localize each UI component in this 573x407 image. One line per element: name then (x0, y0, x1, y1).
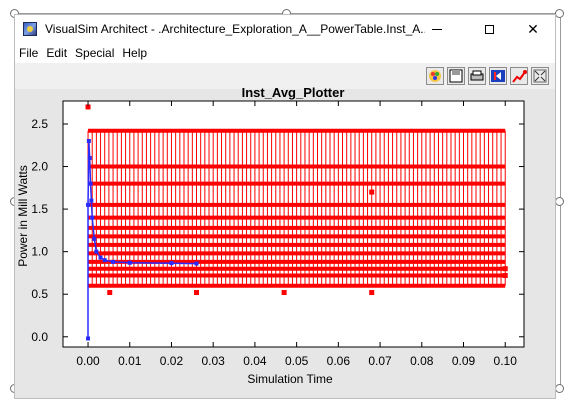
data-point (281, 290, 287, 296)
data-point (90, 215, 95, 220)
data-point (369, 290, 375, 296)
data-point (194, 261, 199, 266)
x-tick-label: 0.03 (202, 354, 226, 368)
x-tick-label: 0.10 (494, 354, 518, 368)
data-point (502, 266, 508, 272)
data-point (127, 260, 132, 265)
data-point (502, 272, 508, 278)
data-point (86, 336, 91, 341)
x-tick-label: 0.01 (118, 354, 142, 368)
data-point (87, 156, 92, 161)
data-point (92, 236, 97, 241)
x-axis-label: Simulation Time (247, 372, 333, 386)
data-point (98, 255, 103, 260)
data-point (94, 249, 99, 254)
data-point (86, 202, 91, 207)
y-tick-label: 1.5 (31, 202, 48, 216)
data-point (111, 259, 116, 264)
y-tick-label: 2.0 (31, 160, 48, 174)
data-point (89, 198, 94, 203)
data-point (194, 290, 200, 296)
x-tick-label: 0.00 (76, 354, 100, 368)
y-tick-label: 0.5 (31, 287, 48, 301)
data-point (169, 261, 174, 266)
scatter-chart: 0.00 0.01 0.02 0.03 0.04 0.05 0.06 0.07 0.08 0.09… (16, 100, 525, 386)
y-tick-label: 0.0 (31, 330, 48, 344)
x-tick-label: 0.05 (285, 354, 309, 368)
data-point (88, 181, 93, 186)
x-tick-label: 0.07 (368, 354, 392, 368)
data-point (86, 139, 91, 144)
y-axis-label: Power in Mill Watts (16, 165, 30, 267)
y-tick-label: 2.5 (31, 117, 48, 131)
x-tick-label: 0.02 (160, 354, 184, 368)
data-point (102, 258, 107, 263)
y-tick-label: 1.0 (31, 245, 48, 259)
data-point (107, 290, 113, 296)
x-tick-label: 0.08 (410, 354, 434, 368)
x-tick-label: 0.04 (243, 354, 267, 368)
data-point (369, 189, 375, 195)
x-tick-label: 0.09 (452, 354, 476, 368)
x-tick-label: 0.06 (327, 354, 351, 368)
